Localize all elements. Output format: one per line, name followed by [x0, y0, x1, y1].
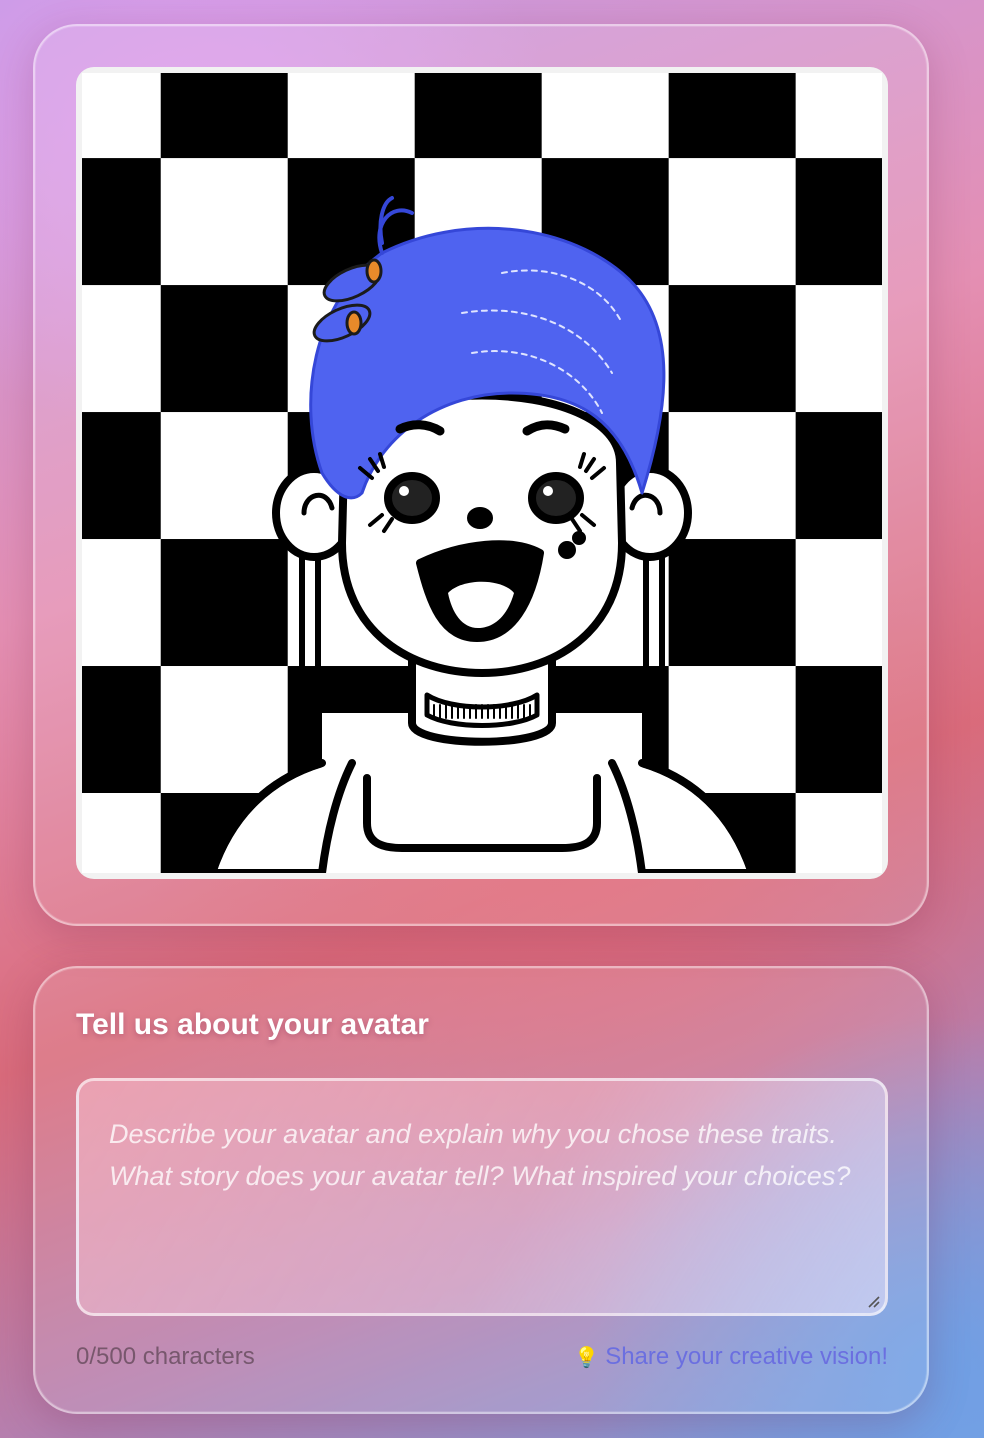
section-title: Tell us about your avatar	[76, 1008, 429, 1041]
checker-square	[795, 666, 882, 793]
creative-tip: 💡 Share your creative vision!	[574, 1343, 888, 1371]
checker-square	[668, 73, 796, 159]
checker-square	[160, 285, 288, 413]
checker-square	[160, 539, 288, 667]
description-textarea-wrapper[interactable]	[76, 1078, 888, 1316]
tip-text: Share your creative vision!	[605, 1343, 888, 1370]
avatar-image	[82, 73, 882, 873]
avatar-card	[33, 24, 929, 926]
checker-square	[414, 73, 542, 159]
description-footer: 0/500 characters 💡 Share your creative v…	[76, 1342, 888, 1372]
character-counter: 0/500 characters	[76, 1343, 255, 1370]
checker-square	[668, 285, 796, 413]
checker-square	[795, 412, 882, 540]
description-textarea[interactable]	[79, 1081, 885, 1313]
checker-square	[82, 412, 161, 540]
checker-square	[82, 666, 161, 793]
checker-square	[82, 158, 161, 286]
description-card: Tell us about your avatar 0/500 characte…	[33, 966, 929, 1414]
checker-square	[795, 158, 882, 286]
resize-handle-icon[interactable]	[865, 1293, 881, 1309]
checker-square	[160, 73, 288, 159]
lightbulb-icon: 💡	[574, 1346, 600, 1369]
avatar-preview	[76, 67, 888, 879]
checker-square	[668, 539, 796, 667]
